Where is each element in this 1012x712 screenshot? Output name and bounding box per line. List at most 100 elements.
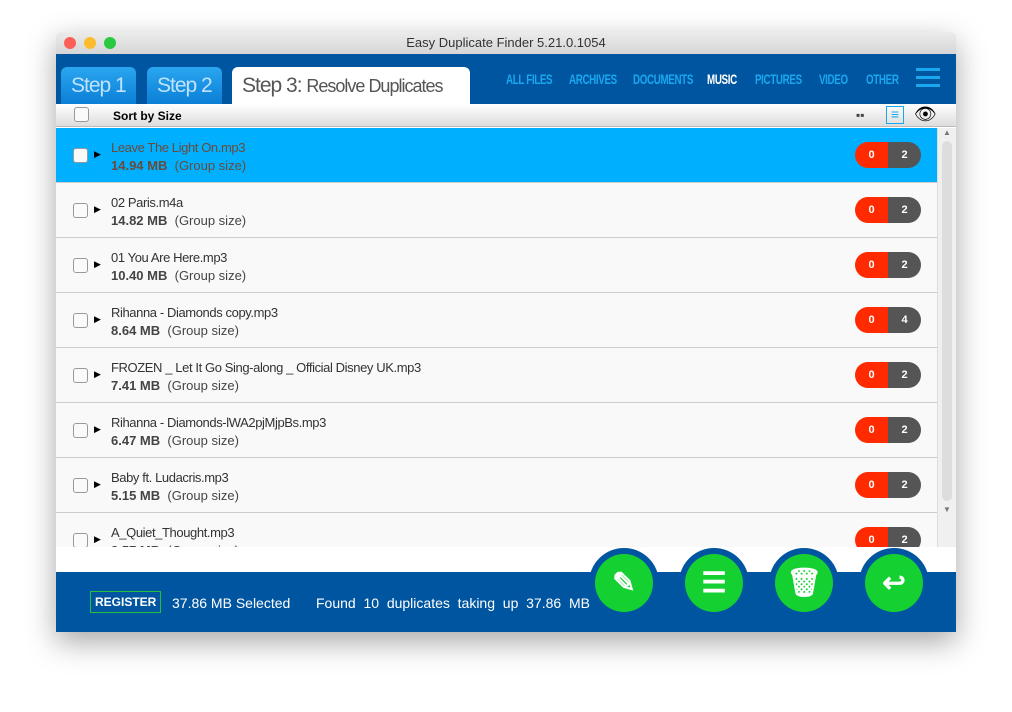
marked-count: 0: [855, 362, 888, 388]
size-value: 7.41 MB: [111, 378, 161, 393]
marked-count: 0: [855, 142, 888, 168]
scroll-up-icon[interactable]: ▲: [938, 128, 956, 137]
category-pictures[interactable]: PICTURES: [755, 71, 802, 87]
window-title: Easy Duplicate Finder 5.21.0.1054: [406, 35, 606, 50]
size-value: 6.47 MB: [111, 433, 161, 448]
file-name: Rihanna - Diamonds copy.mp3: [111, 305, 278, 320]
title-bar: Easy Duplicate Finder 5.21.0.1054: [56, 32, 956, 55]
marked-count: 0: [855, 307, 888, 333]
file-name: Baby ft. Ludacris.mp3: [111, 470, 229, 485]
total-count: 2: [888, 362, 921, 388]
hamburger-menu-icon[interactable]: [916, 68, 940, 92]
marked-count: 0: [855, 527, 888, 547]
toolbar: Sort by Size ▪▪ ≡ 👁: [56, 104, 956, 127]
row-checkbox[interactable]: [73, 258, 88, 273]
tab-step-3[interactable]: Step 3: Resolve Duplicates: [232, 67, 470, 104]
file-name: Rihanna - Diamonds-lWA2pjMjpBs.mp3: [111, 415, 326, 430]
duplicate-count-badge[interactable]: 02: [855, 472, 921, 498]
duplicate-count-badge[interactable]: 02: [855, 362, 921, 388]
total-count: 2: [888, 527, 921, 547]
scroll-thumb[interactable]: [942, 141, 952, 501]
app-window: Easy Duplicate Finder 5.21.0.1054 Step 1…: [56, 32, 956, 632]
step-3-label: Step 3:: [242, 74, 303, 97]
expand-arrow-icon[interactable]: ▶: [94, 479, 101, 490]
group-size: 10.40 MB (Group size): [111, 268, 246, 283]
scroll-down-icon[interactable]: ▼: [938, 505, 956, 514]
row-checkbox[interactable]: [73, 478, 88, 493]
duplicate-count-badge[interactable]: 02: [855, 142, 921, 168]
size-value: 8.64 MB: [111, 323, 161, 338]
expand-arrow-icon[interactable]: ▶: [94, 259, 101, 270]
duplicate-count-badge[interactable]: 02: [855, 252, 921, 278]
row-checkbox[interactable]: [73, 313, 88, 328]
row-checkbox[interactable]: [73, 203, 88, 218]
undo-button[interactable]: ↩: [859, 548, 929, 618]
delete-button[interactable]: 🗑: [769, 548, 839, 618]
duplicate-count-badge[interactable]: 02: [855, 527, 921, 547]
total-count: 2: [888, 252, 921, 278]
minimize-button[interactable]: [84, 37, 96, 49]
total-count: 2: [888, 142, 921, 168]
list-view-icon[interactable]: ≡: [886, 106, 904, 124]
found-summary: Found 10 duplicates taking up 37.86 MB: [316, 595, 590, 611]
total-count: 4: [888, 307, 921, 333]
select-all-checkbox[interactable]: [74, 107, 89, 122]
file-name: A_Quiet_Thought.mp3: [111, 525, 235, 540]
expand-arrow-icon[interactable]: ▶: [94, 424, 101, 435]
close-button[interactable]: [64, 37, 76, 49]
group-size: 14.82 MB (Group size): [111, 213, 246, 228]
file-name: 01 You Are Here.mp3: [111, 250, 227, 265]
footer: REGISTER 37.86 MB Selected Found 10 dupl…: [56, 548, 956, 632]
list-item[interactable]: ▶ Baby ft. Ludacris.mp3 5.15 MB (Group s…: [56, 458, 938, 513]
row-checkbox[interactable]: [73, 533, 88, 547]
list-item[interactable]: ▶ A_Quiet_Thought.mp3 3.57 MB (Group siz…: [56, 513, 938, 547]
list-item[interactable]: ▶ 01 You Are Here.mp3 10.40 MB (Group si…: [56, 238, 938, 293]
undo-icon: ↩: [865, 554, 923, 612]
size-note: (Group size): [167, 433, 239, 448]
total-count: 2: [888, 197, 921, 223]
size-value: 14.94 MB: [111, 158, 168, 173]
file-name: 02 Paris.m4a: [111, 195, 183, 210]
duplicate-count-badge[interactable]: 04: [855, 307, 921, 333]
list-item[interactable]: ▶ Leave The Light On.mp3 14.94 MB (Group…: [56, 128, 938, 183]
eye-icon[interactable]: 👁: [914, 104, 937, 125]
expand-arrow-icon[interactable]: ▶: [94, 149, 101, 160]
row-checkbox[interactable]: [73, 368, 88, 383]
category-other[interactable]: OTHER: [866, 71, 899, 87]
list-item[interactable]: ▶ 02 Paris.m4a 14.82 MB (Group size) 02: [56, 183, 938, 238]
size-note: (Group size): [174, 213, 247, 228]
grid-view-icon[interactable]: ▪▪: [856, 108, 865, 122]
list-item[interactable]: ▶ Rihanna - Diamonds copy.mp3 8.64 MB (G…: [56, 293, 938, 348]
tab-step-2[interactable]: Step 2: [147, 67, 222, 104]
category-video[interactable]: VIDEO: [819, 71, 848, 87]
expand-arrow-icon[interactable]: ▶: [94, 314, 101, 325]
list-button[interactable]: ☰: [679, 548, 749, 618]
group-size: 5.15 MB (Group size): [111, 488, 239, 503]
row-checkbox[interactable]: [73, 423, 88, 438]
expand-arrow-icon[interactable]: ▶: [94, 534, 101, 545]
marked-count: 0: [855, 472, 888, 498]
size-value: 3.57 MB: [111, 543, 160, 547]
selected-size: 37.86 MB Selected: [172, 595, 291, 611]
size-note: (Group size): [174, 268, 247, 283]
list-item[interactable]: ▶ Rihanna - Diamonds-lWA2pjMjpBs.mp3 6.4…: [56, 403, 938, 458]
category-archives[interactable]: ARCHIVES: [569, 71, 617, 87]
row-checkbox[interactable]: [73, 148, 88, 163]
duplicate-count-badge[interactable]: 02: [855, 197, 921, 223]
category-documents[interactable]: DOCUMENTS: [633, 71, 693, 87]
duplicate-count-badge[interactable]: 02: [855, 417, 921, 443]
category-music[interactable]: MUSIC: [707, 71, 737, 87]
category-all-files[interactable]: ALL FILES: [506, 71, 553, 87]
tab-step-1[interactable]: Step 1: [61, 67, 136, 104]
pencil-icon: ✎: [595, 554, 653, 612]
expand-arrow-icon[interactable]: ▶: [94, 369, 101, 380]
zoom-button[interactable]: [104, 37, 116, 49]
register-button[interactable]: REGISTER: [90, 591, 162, 613]
file-name: FROZEN _ Let It Go Sing-along _ Official…: [111, 360, 421, 375]
expand-arrow-icon[interactable]: ▶: [94, 204, 101, 215]
edit-button[interactable]: ✎: [589, 548, 659, 618]
scrollbar[interactable]: ▲ ▼: [937, 128, 956, 547]
group-size: 8.64 MB (Group size): [111, 323, 239, 338]
list-item[interactable]: ▶ FROZEN _ Let It Go Sing-along _ Offici…: [56, 348, 938, 403]
sort-label[interactable]: Sort by Size: [113, 109, 182, 123]
